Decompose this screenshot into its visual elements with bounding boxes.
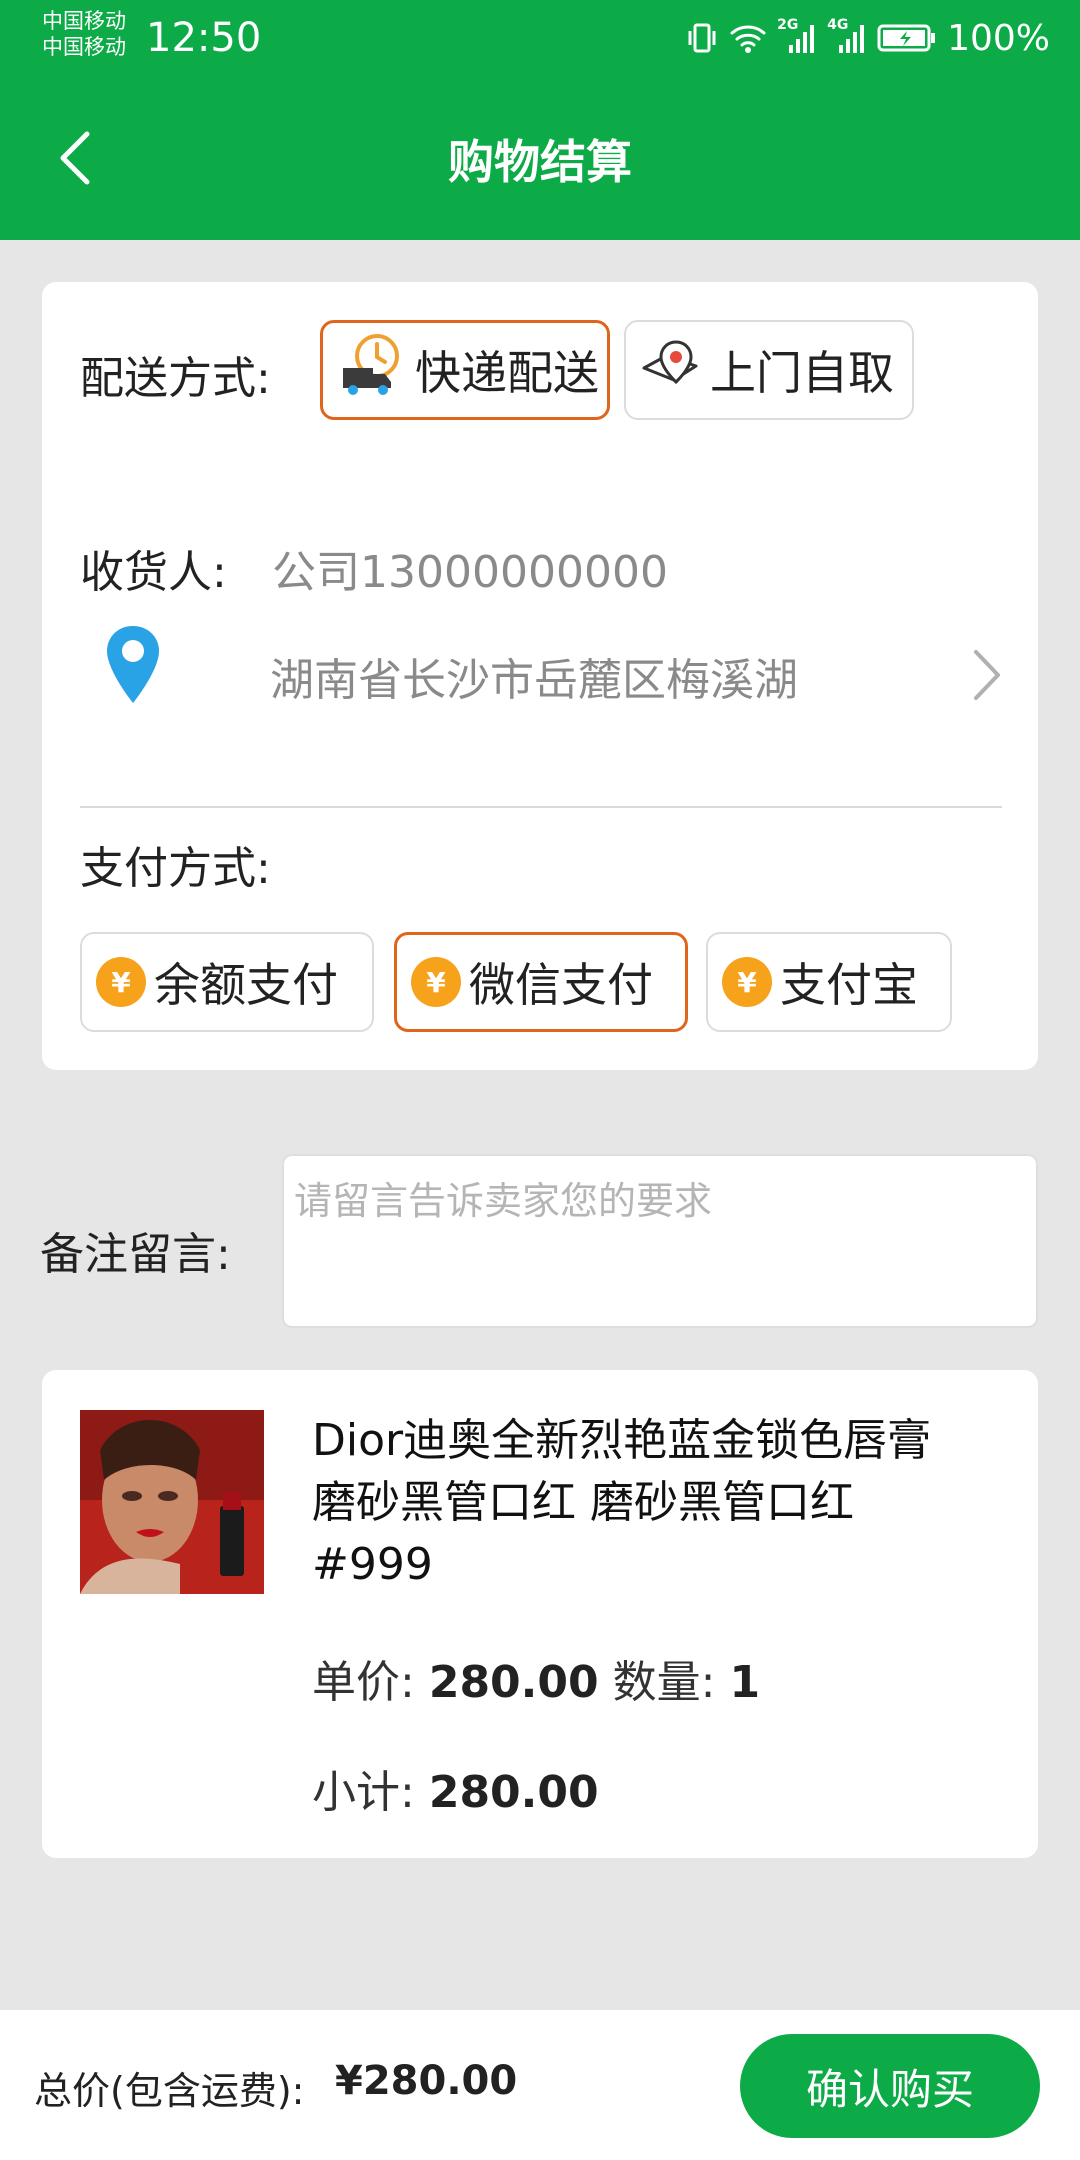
battery-icon bbox=[877, 22, 937, 54]
payment-option-label: 余额支付 bbox=[154, 958, 338, 1012]
product-name[interactable]: Dior迪奥全新烈艳蓝金锁色唇膏磨砂黑管口红 磨砂黑管口红#999 bbox=[312, 1410, 932, 1596]
payment-option-wechat[interactable]: ¥ 微信支付 bbox=[394, 932, 688, 1032]
payment-label: 支付方式: bbox=[80, 843, 271, 894]
receiver-value: 公司13000000000 bbox=[272, 547, 668, 598]
quantity-label: 数量: bbox=[612, 1657, 716, 1708]
divider bbox=[80, 806, 1002, 808]
delivery-option-label: 上门自取 bbox=[710, 346, 894, 400]
subtotal-value: 280.00 bbox=[428, 1767, 599, 1818]
yuan-coin-icon: ¥ bbox=[411, 957, 461, 1007]
goods-card: Dior迪奥全新烈艳蓝金锁色唇膏磨砂黑管口红 磨砂黑管口红#999 单价: 28… bbox=[42, 1370, 1038, 1858]
total-label: 总价(包含运费): bbox=[34, 2069, 305, 2113]
product-image[interactable] bbox=[80, 1410, 264, 1594]
subtotal-label: 小计: bbox=[312, 1767, 415, 1818]
location-pin-icon bbox=[102, 622, 164, 716]
payment-option-alipay[interactable]: ¥ 支付宝 bbox=[706, 932, 952, 1032]
battery-level: 100% bbox=[947, 17, 1050, 59]
order-info-card: 配送方式: 快递配送 上门自取 收货人: 公司13000000000 湖南省长沙… bbox=[42, 282, 1038, 1070]
address-text: 湖南省长沙市岳麓区梅溪湖 bbox=[270, 655, 798, 706]
carrier-info: 中国移动 中国移动 bbox=[42, 8, 126, 60]
delivery-option-label: 快递配送 bbox=[415, 346, 599, 400]
delivery-option-pickup[interactable]: 上门自取 bbox=[624, 320, 914, 420]
remark-label: 备注留言: bbox=[40, 1229, 231, 1280]
chevron-right-icon bbox=[972, 648, 1002, 706]
wifi-icon bbox=[729, 22, 767, 54]
map-pin-icon bbox=[640, 334, 702, 407]
remark-input[interactable] bbox=[282, 1154, 1038, 1328]
bottom-bar: 总价(包含运费): ¥280.00 确认购买 bbox=[0, 2010, 1080, 2160]
total-value: ¥280.00 bbox=[335, 2058, 518, 2104]
network-1-label: 2G bbox=[777, 17, 799, 33]
signal-2g-icon: 2G bbox=[777, 17, 817, 55]
payment-option-label: 微信支付 bbox=[469, 958, 653, 1012]
page-title: 购物结算 bbox=[448, 135, 632, 189]
title-bar: 购物结算 bbox=[0, 100, 1080, 230]
top-bar: 中国移动 中国移动 12:50 2G 4G 100% 购物结算 bbox=[0, 0, 1080, 240]
confirm-purchase-button[interactable]: 确认购买 bbox=[740, 2034, 1040, 2138]
quantity-value: 1 bbox=[729, 1657, 761, 1708]
carrier-2: 中国移动 bbox=[42, 35, 126, 59]
delivery-option-express[interactable]: 快递配送 bbox=[320, 320, 610, 420]
delivery-label: 配送方式: bbox=[80, 353, 271, 404]
yuan-coin-icon: ¥ bbox=[722, 957, 772, 1007]
status-time: 12:50 bbox=[146, 15, 262, 61]
unit-price-value: 280.00 bbox=[428, 1657, 599, 1708]
price-row: 单价: 280.00 数量: 1 bbox=[312, 1646, 760, 1710]
carrier-1: 中国移动 bbox=[42, 9, 126, 33]
unit-price-label: 单价: bbox=[312, 1657, 415, 1708]
payment-option-balance[interactable]: ¥ 余额支付 bbox=[80, 932, 374, 1032]
network-2-label: 4G bbox=[827, 17, 849, 33]
payment-option-label: 支付宝 bbox=[780, 958, 918, 1012]
delivery-truck-icon bbox=[337, 330, 407, 411]
receiver-label: 收货人: bbox=[80, 547, 227, 598]
signal-4g-icon: 4G bbox=[827, 17, 867, 55]
status-bar: 中国移动 中国移动 12:50 2G 4G 100% bbox=[0, 0, 1080, 78]
status-icons: 2G 4G 100% bbox=[685, 14, 1050, 62]
checkout-screen: 中国移动 中国移动 12:50 2G 4G 100% 购物结算 配送方式: 快递… bbox=[0, 0, 1080, 2160]
vibrate-icon bbox=[685, 21, 719, 55]
address-row[interactable]: 湖南省长沙市岳麓区梅溪湖 bbox=[102, 622, 1002, 732]
yuan-coin-icon: ¥ bbox=[96, 957, 146, 1007]
subtotal-row: 小计: 280.00 bbox=[312, 1756, 599, 1820]
